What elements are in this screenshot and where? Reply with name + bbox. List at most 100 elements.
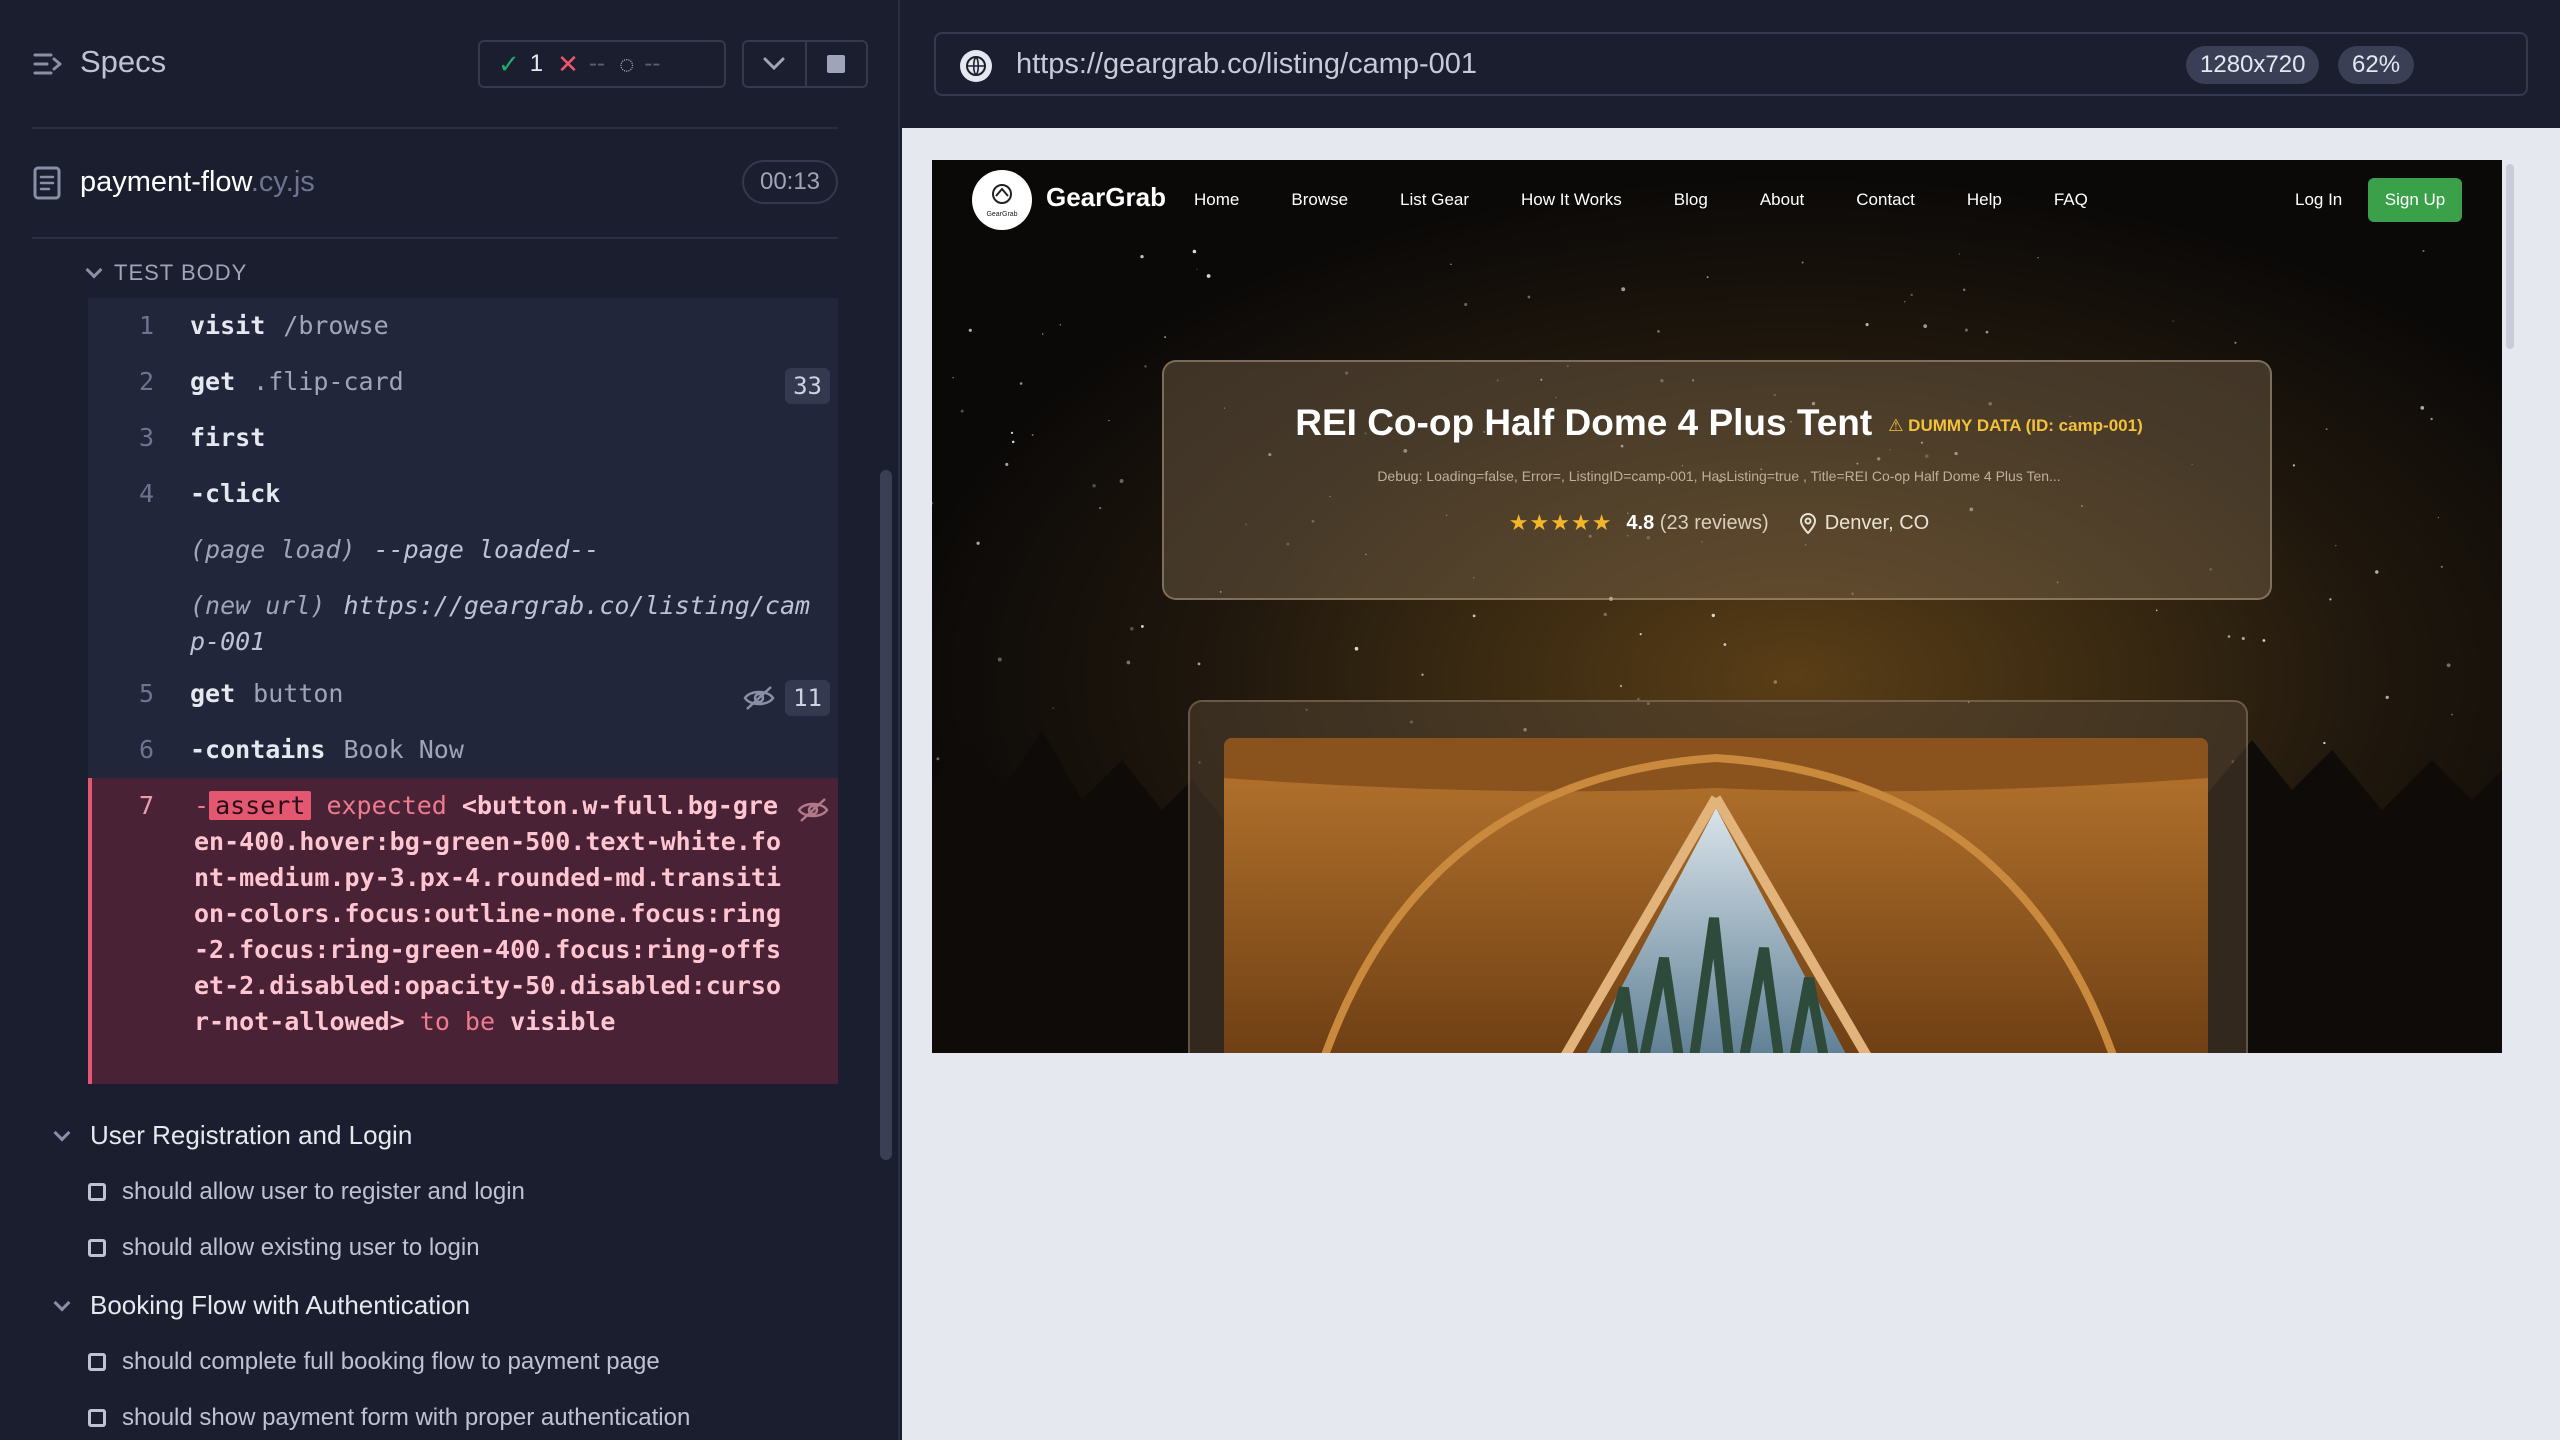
test-body-label: TEST BODY xyxy=(114,260,248,285)
star-dot xyxy=(1773,680,1778,684)
pending-circle-icon: ◌ xyxy=(618,48,635,79)
command-name: first xyxy=(190,423,266,452)
specs-label[interactable]: Specs xyxy=(80,44,166,80)
command-row[interactable]: 2 get .flip-card 33 xyxy=(88,354,838,410)
app-scrollbar[interactable] xyxy=(2504,160,2516,1053)
command-name: -click xyxy=(190,479,281,508)
listing-meta: ★★★★★ 4.8 (23 reviews) Denver, CO xyxy=(1164,510,2274,536)
star-dot xyxy=(1140,254,1144,259)
nav-help[interactable]: Help xyxy=(1967,190,2002,210)
element-count-badge: 33 xyxy=(785,368,830,404)
command-number: 5 xyxy=(138,679,154,708)
test-title: should allow existing user to login xyxy=(122,1234,480,1261)
test-item[interactable]: should allow existing user to login xyxy=(88,1234,480,1262)
star-dot xyxy=(1958,253,1961,255)
event-row[interactable]: (page load) --page loaded-- xyxy=(88,522,838,578)
specs-list-icon[interactable] xyxy=(32,48,64,80)
command-row[interactable]: 1 visit/browse xyxy=(88,298,838,354)
nav-browse[interactable]: Browse xyxy=(1291,190,1348,210)
star-dot xyxy=(1711,613,1715,618)
svg-text:GearGrab: GearGrab xyxy=(986,211,1017,218)
reporter-header: Specs ✓ 1 ✕ -- ◌ -- xyxy=(0,0,898,130)
star-dot xyxy=(2335,544,2337,547)
command-number: 4 xyxy=(138,479,154,508)
star-dot xyxy=(1052,707,1054,709)
star-dot xyxy=(1639,633,1642,636)
zoom-level-badge[interactable]: 62% xyxy=(2338,46,2415,84)
test-item[interactable]: should show payment form with proper aut… xyxy=(88,1404,690,1432)
star-dot xyxy=(1144,365,1147,368)
star-dot xyxy=(1865,323,1869,327)
command-row[interactable]: 5 get button 11 xyxy=(88,666,838,722)
login-link[interactable]: Log In xyxy=(2295,190,2342,210)
tent-photo[interactable] xyxy=(1224,738,2208,1053)
test-item[interactable]: should complete full booking flow to pay… xyxy=(88,1348,660,1376)
nav-home[interactable]: Home xyxy=(1194,190,1239,210)
command-row[interactable]: 6 -contains Book Now xyxy=(88,722,838,778)
pending-stat: ◌ -- xyxy=(619,49,660,80)
reporter-scrollbar[interactable] xyxy=(880,470,892,1160)
url-text[interactable]: https://geargrab.co/listing/camp-001 xyxy=(1016,48,1477,81)
command-name: get xyxy=(190,367,236,396)
star-dot xyxy=(1801,261,1804,264)
star-dot xyxy=(1126,660,1131,665)
suite-title: Booking Flow with Authentication xyxy=(90,1290,471,1320)
check-icon: ✓ xyxy=(498,48,520,79)
star-dot xyxy=(2420,406,2425,410)
command-number: 2 xyxy=(138,367,154,396)
nav-how-it-works[interactable]: How It Works xyxy=(1521,190,1622,210)
url-bar[interactable]: https://geargrab.co/listing/camp-001 128… xyxy=(934,32,2528,96)
star-dot xyxy=(1031,433,1034,436)
nav-faq[interactable]: FAQ xyxy=(2054,190,2088,210)
nav-contact[interactable]: Contact xyxy=(1856,190,1915,210)
star-dot xyxy=(1962,288,1966,292)
star-dot xyxy=(1621,287,1626,292)
command-arg: Book Now xyxy=(343,735,464,764)
test-title: should allow user to register and login xyxy=(122,1178,525,1205)
debug-info: Debug: Loading=false, Error=, ListingID=… xyxy=(1377,468,2061,484)
star-dot xyxy=(2325,428,2328,431)
brand-name[interactable]: GearGrab xyxy=(1046,182,1166,213)
star-dot xyxy=(1206,274,1211,278)
run-duration: 00:13 xyxy=(742,160,838,204)
dummy-data-badge: ⚠ DUMMY DATA (ID: camp-001) xyxy=(1888,416,2143,435)
nav-list-gear[interactable]: List Gear xyxy=(1400,190,1469,210)
element-count-badge: 11 xyxy=(785,680,830,716)
event-label: (new url) xyxy=(190,591,326,620)
scrollbar-thumb[interactable] xyxy=(2506,164,2514,349)
spec-file-ext: .cy.js xyxy=(250,166,315,198)
star-dot xyxy=(997,657,1002,662)
star-dot xyxy=(1140,624,1144,628)
star-dot xyxy=(1354,646,1359,651)
star-dot xyxy=(1472,614,1476,618)
star-dot xyxy=(2446,663,2451,668)
command-arg: /browse xyxy=(283,311,389,340)
expand-button[interactable] xyxy=(744,42,805,86)
nav-about[interactable]: About xyxy=(1760,190,1804,210)
command-log: 1 visit/browse 2 get .flip-card 33 3 firs… xyxy=(88,298,838,1084)
geargrab-logo[interactable]: GearGrab xyxy=(972,170,1032,230)
signup-button[interactable]: Sign Up xyxy=(2368,178,2462,222)
star-dot xyxy=(1723,643,1727,646)
star-dot xyxy=(1119,479,1124,483)
test-body-header[interactable]: TEST BODY xyxy=(85,260,248,286)
chevron-down-icon xyxy=(85,261,103,279)
test-item[interactable]: should allow user to register and login xyxy=(88,1178,525,1206)
star-dot xyxy=(1657,330,1660,333)
chevron-down-icon xyxy=(53,1294,71,1311)
nav-blog[interactable]: Blog xyxy=(1674,190,1708,210)
spec-file-row[interactable]: payment-flow.cy.js 00:13 xyxy=(0,150,898,216)
failed-assert-row[interactable]: 7 - assert expected <button.w-full.bg-gre… xyxy=(88,778,838,1084)
star-dot xyxy=(1005,462,1009,466)
suite-header[interactable]: Booking Flow with Authentication xyxy=(53,1290,471,1321)
suite-title: User Registration and Login xyxy=(90,1120,413,1150)
command-row[interactable]: 3 first xyxy=(88,410,838,466)
stop-button[interactable] xyxy=(804,42,866,86)
viewport-size-badge[interactable]: 1280x720 xyxy=(2186,46,2320,84)
command-row[interactable]: 4 -click xyxy=(88,466,838,522)
suite-header[interactable]: User Registration and Login xyxy=(53,1120,413,1151)
star-dot xyxy=(1464,302,1468,307)
star-dot xyxy=(1130,627,1134,631)
event-row[interactable]: (new url) https://geargrab.co/listing/cam… xyxy=(88,578,838,666)
review-count[interactable]: (23 reviews) xyxy=(1660,512,1769,534)
